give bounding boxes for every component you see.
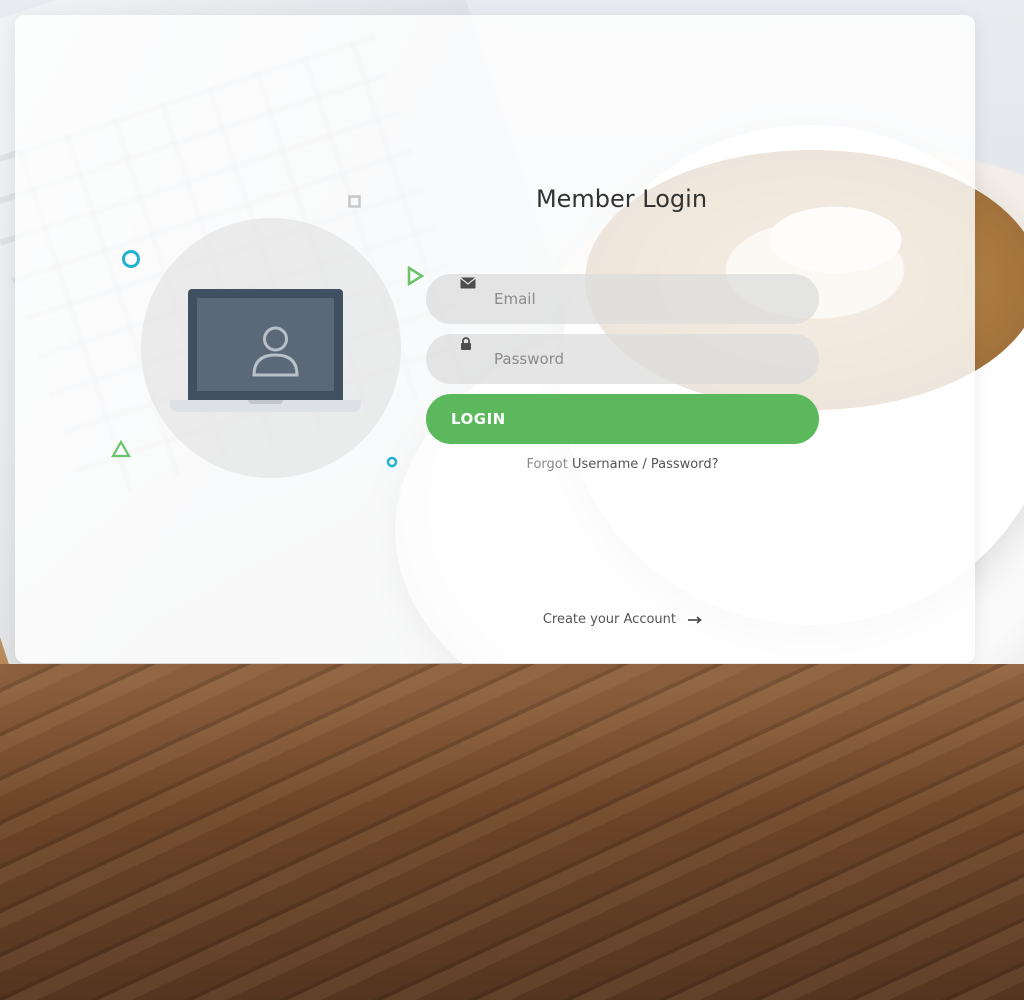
laptop-screen [197,298,334,391]
login-card: Member Login LOGIN Forgot Username / Pas… [15,15,975,663]
forgot-credentials: Forgot Username / Password? [426,457,819,472]
decor-play-triangle-icon [407,266,425,286]
email-field-wrapper [426,274,819,324]
forgot-prefix: Forgot [526,457,568,472]
page-title: Member Login [535,185,708,213]
decor-triangle-icon [111,440,131,458]
password-input[interactable] [426,334,819,384]
forgot-password-link[interactable]: Username / Password? [572,457,719,472]
create-account-link[interactable]: Create your Account [426,612,819,627]
background-wood-table [0,664,1024,1000]
login-button[interactable]: LOGIN [426,394,819,444]
laptop-notch [248,400,283,404]
arrow-right-icon [688,615,702,624]
create-account-label: Create your Account [542,612,677,627]
user-icon [252,326,299,377]
email-input[interactable] [426,274,819,324]
decor-dot-icon [386,456,398,468]
laptop-illustration [188,289,343,400]
password-field-wrapper [426,334,819,384]
decor-ring-icon [122,250,140,268]
decor-square-icon [348,195,361,208]
